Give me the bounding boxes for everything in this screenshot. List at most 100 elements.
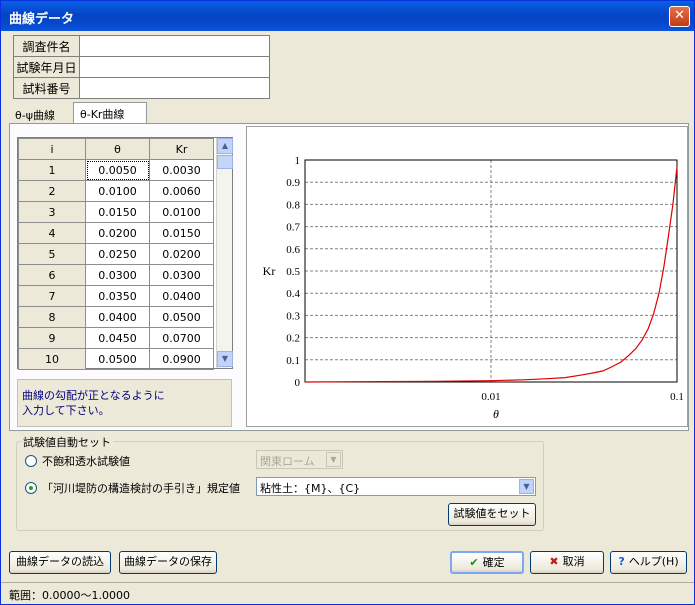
theta-kr-chart: 0 0.1 0.2 0.3 0.4 0.5 0.6 0.7 0.8 0.9 1 0.01 0.1 Kr θ <box>246 126 688 427</box>
theta-cell[interactable]: 0.0450 <box>85 327 150 349</box>
chevron-down-icon[interactable]: ▼ <box>519 479 534 494</box>
scroll-thumb[interactable] <box>217 155 233 169</box>
theta-cell[interactable]: 0.0250 <box>85 243 150 265</box>
help-question-icon: ? <box>618 555 625 568</box>
x-tick-label: 0.1 <box>670 391 684 403</box>
help-button[interactable]: ? ヘルプ(H) <box>610 551 687 574</box>
theta-cell[interactable]: 0.0050 <box>85 159 150 181</box>
grid-table: i θ Kr 1 0.0050 0.0030 2 0.0100 0.0060 3… <box>18 138 214 370</box>
auto-set-group-title: 試験値自動セット <box>21 434 113 450</box>
table-row: 5 0.0250 0.0200 <box>18 243 214 265</box>
y-tick-label: 0.6 <box>286 244 300 256</box>
y-tick-label: 0.4 <box>286 288 300 300</box>
row-index: 5 <box>18 243 86 265</box>
y-tick-label: 0.3 <box>286 310 300 322</box>
survey-name-field[interactable] <box>79 35 270 57</box>
y-tick-label: 0.2 <box>286 333 300 345</box>
table-row: 2 0.0100 0.0060 <box>18 180 214 202</box>
row-index: 8 <box>18 306 86 328</box>
scroll-up-icon[interactable]: ▲ <box>217 138 233 154</box>
dialog-window: 曲線データ ✕ 調査件名 試験年月日 試料番号 θ-ψ曲線 θ-Kr曲線 i θ… <box>0 0 695 605</box>
column-header-kr: Kr <box>149 138 214 160</box>
scroll-down-icon[interactable]: ▼ <box>217 351 233 367</box>
cancel-button-label: 取消 <box>562 555 585 568</box>
table-row: 9 0.0450 0.0700 <box>18 327 214 349</box>
kr-curve-line <box>304 166 678 383</box>
kr-cell[interactable]: 0.0700 <box>149 327 214 349</box>
kr-cell[interactable]: 0.0900 <box>149 348 214 370</box>
column-header-theta: θ <box>85 138 150 160</box>
table-row: 10 0.0500 0.0900 <box>18 348 214 370</box>
save-curve-button[interactable]: 曲線データの保存 <box>119 551 217 574</box>
tab-theta-kr[interactable]: θ-Kr曲線 <box>73 102 147 124</box>
kr-cell[interactable]: 0.0500 <box>149 306 214 328</box>
row-index: 9 <box>18 327 86 349</box>
row-index: 7 <box>18 285 86 307</box>
grid-scrollbar[interactable]: ▲ ▼ <box>216 138 233 368</box>
range-status-text: 範囲：0.0000～1.0000 <box>9 589 130 602</box>
y-axis-label: Kr <box>263 264 276 278</box>
row-index: 3 <box>18 201 86 223</box>
row-index: 1 <box>18 159 86 181</box>
radio-unsaturated[interactable] <box>25 455 37 467</box>
tab-theta-psi[interactable]: θ-ψ曲線 <box>9 104 72 124</box>
table-row: 1 0.0050 0.0030 <box>18 159 214 181</box>
hint-line-2: 入力して下さい。 <box>22 404 110 417</box>
standard-value-text: 粘性土：{M}、{C} <box>260 482 361 495</box>
row-index: 10 <box>18 348 86 370</box>
y-tick-label: 1 <box>295 155 301 167</box>
kr-cell[interactable]: 0.0400 <box>149 285 214 307</box>
table-row: 6 0.0300 0.0300 <box>18 264 214 286</box>
help-button-label: ヘルプ(H) <box>628 555 679 568</box>
option-unsaturated-label: 不飽和透水試験値 <box>42 455 130 468</box>
standard-value-combo[interactable]: 粘性土：{M}、{C} ▼ <box>256 477 536 496</box>
table-row: 3 0.0150 0.0100 <box>18 201 214 223</box>
y-tick-label: 0 <box>295 377 301 389</box>
theta-cell[interactable]: 0.0200 <box>85 222 150 244</box>
soil-type-value: 関東ローム <box>260 455 315 468</box>
info-label-sample: 試料番号 <box>13 77 80 99</box>
theta-cell[interactable]: 0.0100 <box>85 180 150 202</box>
y-tick-label: 0.5 <box>286 266 300 278</box>
theta-cell[interactable]: 0.0500 <box>85 348 150 370</box>
kr-cell[interactable]: 0.0060 <box>149 180 214 202</box>
info-table: 調査件名 試験年月日 試料番号 <box>13 35 270 99</box>
cancel-x-icon: ✖ <box>549 555 559 568</box>
option-unsaturated[interactable]: 不飽和透水試験値 <box>25 453 130 469</box>
cancel-button[interactable]: ✖ 取消 <box>530 551 604 574</box>
hint-line-1: 曲線の勾配が正となるように <box>22 389 165 402</box>
theta-cell[interactable]: 0.0400 <box>85 306 150 328</box>
ok-button-label: 確定 <box>482 556 505 569</box>
table-row: 8 0.0400 0.0500 <box>18 306 214 328</box>
load-curve-button[interactable]: 曲線データの読込 <box>9 551 111 574</box>
theta-cell[interactable]: 0.0350 <box>85 285 150 307</box>
row-index: 6 <box>18 264 86 286</box>
chevron-down-icon: ▼ <box>326 452 341 467</box>
info-label-date: 試験年月日 <box>13 56 80 78</box>
kr-cell[interactable]: 0.0030 <box>149 159 214 181</box>
option-river-guide-label: 「河川堤防の構造検討の手引き」規定値 <box>42 482 240 495</box>
y-tick-label: 0.8 <box>286 199 300 211</box>
kr-cell[interactable]: 0.0150 <box>149 222 214 244</box>
set-test-values-button[interactable]: 試験値をセット <box>448 503 536 526</box>
option-river-guide[interactable]: 「河川堤防の構造検討の手引き」規定値 <box>25 480 240 496</box>
theta-cell[interactable]: 0.0300 <box>85 264 150 286</box>
kr-cell[interactable]: 0.0300 <box>149 264 214 286</box>
theta-cell[interactable]: 0.0150 <box>85 201 150 223</box>
title-bar: 曲線データ ✕ <box>1 1 694 31</box>
row-index: 4 <box>18 222 86 244</box>
test-date-field[interactable] <box>79 56 270 78</box>
y-tick-label: 0.1 <box>286 355 300 367</box>
ok-button[interactable]: ✔ 確定 <box>450 551 524 574</box>
kr-cell[interactable]: 0.0200 <box>149 243 214 265</box>
chart-svg: 0 0.1 0.2 0.3 0.4 0.5 0.6 0.7 0.8 0.9 1 0.01 0.1 Kr θ <box>263 155 684 421</box>
kr-cell[interactable]: 0.0100 <box>149 201 214 223</box>
sample-number-field[interactable] <box>79 77 270 99</box>
info-label-survey: 調査件名 <box>13 35 80 57</box>
y-tick-label: 0.7 <box>286 222 300 234</box>
close-button[interactable]: ✕ <box>669 6 690 27</box>
column-header-i: i <box>18 138 86 160</box>
row-index: 2 <box>18 180 86 202</box>
x-axis-label: θ <box>493 407 499 421</box>
radio-river-guide[interactable] <box>25 482 37 494</box>
